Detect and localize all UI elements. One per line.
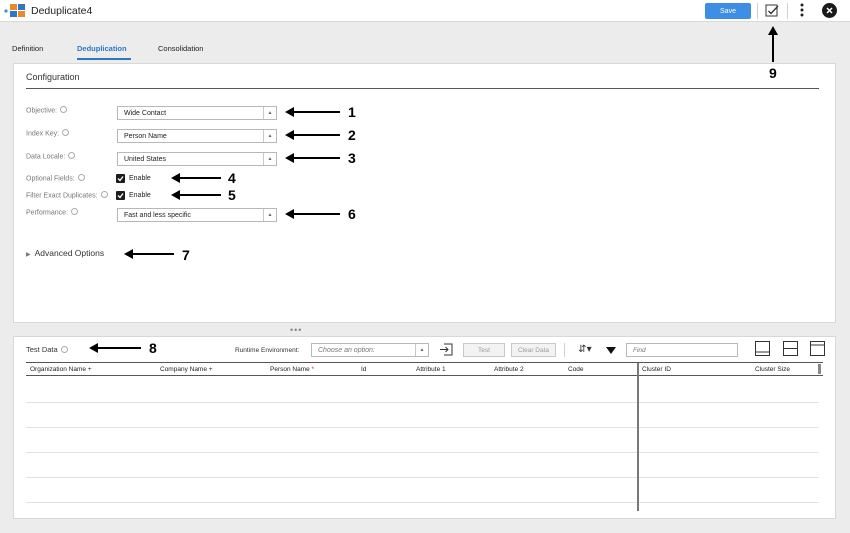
column-header[interactable]: Attribute 2 — [494, 366, 524, 373]
toolbar-divider — [564, 343, 565, 357]
layout-bottom-button[interactable] — [755, 341, 770, 356]
chevron-down-icon: ▲ — [415, 344, 428, 356]
column-header[interactable]: Code — [568, 366, 584, 373]
chevron-down-icon: ▲ — [263, 130, 276, 142]
layout-split-icon — [784, 348, 797, 349]
frozen-column-divider[interactable] — [637, 363, 639, 511]
performance-select[interactable]: Fast and less specific ▲ — [117, 208, 277, 222]
chevron-down-icon: ▲ — [263, 209, 276, 221]
runtime-environment-select[interactable]: Choose an option: ▲ — [311, 343, 429, 357]
table-row[interactable] — [26, 402, 819, 403]
column-header[interactable]: Attribute 1 — [416, 366, 446, 373]
table-row[interactable] — [26, 452, 819, 453]
toolbar-divider — [757, 3, 758, 19]
help-icon[interactable] — [60, 106, 68, 113]
top-bar: Deduplicate4 Save — [0, 0, 850, 22]
layout-split-button[interactable] — [783, 341, 798, 356]
sort-button[interactable]: ⇵▾ — [575, 342, 595, 357]
help-icon[interactable] — [68, 152, 76, 159]
filter-exact-duplicates-checkbox[interactable] — [116, 191, 125, 200]
layout-top-button[interactable] — [810, 341, 825, 356]
clear-data-button[interactable]: Clear Data — [511, 343, 556, 357]
configuration-panel: Configuration Objective: Wide Contact ▲ … — [13, 63, 836, 323]
optional-fields-label: Optional Fields: — [26, 174, 85, 182]
index-key-label: Index Key: — [26, 129, 70, 137]
import-button[interactable] — [439, 342, 454, 357]
checkmark-icon — [117, 193, 124, 199]
table-header: Organization Name + Company Name + Perso… — [26, 362, 823, 376]
column-header[interactable]: Organization Name + — [30, 366, 92, 373]
expand-triangle-icon: ▶ — [26, 252, 31, 258]
optional-fields-enable-label: Enable — [129, 175, 151, 182]
help-icon[interactable] — [71, 208, 79, 215]
test-data-panel: Test Data Runtime Environment: Choose an… — [13, 336, 836, 519]
validate-button[interactable] — [764, 3, 780, 19]
layout-bottom-panel-icon — [756, 351, 769, 353]
chevron-down-icon: ▲ — [263, 153, 276, 165]
kebab-menu-icon — [800, 3, 804, 16]
toolbar-divider — [787, 3, 788, 19]
chevron-down-icon: ▲ — [263, 107, 276, 119]
objective-select[interactable]: Wide Contact ▲ — [117, 106, 277, 120]
tab-consolidation[interactable]: Consolidation — [158, 44, 203, 53]
more-options-button[interactable] — [796, 2, 808, 20]
column-header[interactable]: Company Name + — [160, 366, 213, 373]
filter-triangle-icon — [606, 347, 616, 354]
table-row[interactable] — [26, 477, 819, 478]
table-row[interactable] — [26, 502, 819, 503]
tab-definition[interactable]: Definition — [12, 44, 43, 53]
table-row[interactable] — [26, 427, 819, 428]
close-icon — [826, 7, 833, 14]
save-button[interactable]: Save — [705, 3, 751, 19]
find-input[interactable] — [626, 343, 738, 357]
help-icon[interactable] — [100, 191, 108, 198]
help-icon[interactable] — [77, 174, 85, 181]
advanced-options-toggle[interactable]: ▶ Advanced Options — [26, 248, 104, 258]
test-button[interactable]: Test — [463, 343, 505, 357]
column-header[interactable]: Id — [361, 366, 366, 373]
validate-check-icon — [765, 4, 779, 17]
runtime-environment-label: Runtime Environment: — [235, 347, 300, 354]
sort-icon: ⇵▾ — [578, 344, 592, 355]
tab-bar: Definition Deduplication Consolidation — [0, 38, 850, 62]
divider — [26, 88, 819, 89]
data-locale-label: Data Locale: — [26, 152, 76, 160]
column-header[interactable]: Cluster ID — [642, 366, 671, 373]
test-data-heading: Test Data — [26, 345, 68, 354]
tab-deduplication[interactable]: Deduplication — [77, 44, 127, 53]
filter-exact-duplicates-enable-label: Enable — [129, 192, 151, 199]
help-icon[interactable] — [62, 129, 70, 136]
filter-button[interactable] — [605, 344, 617, 356]
column-header[interactable]: Cluster Size — [755, 366, 790, 373]
performance-label: Performance: — [26, 208, 79, 216]
deduplicate-app-icon — [4, 4, 25, 17]
close-button[interactable] — [822, 3, 837, 18]
filter-exact-duplicates-label: Filter Exact Duplicates: — [26, 191, 108, 199]
panel-resize-handle[interactable]: ••• — [290, 325, 302, 335]
configuration-heading: Configuration — [26, 72, 80, 82]
help-icon[interactable] — [60, 345, 68, 353]
layout-top-panel-icon — [811, 344, 824, 346]
column-header[interactable]: Person Name * — [270, 366, 314, 373]
data-locale-select[interactable]: United States ▲ — [117, 152, 277, 166]
vertical-scrollbar[interactable] — [818, 364, 821, 374]
objective-label: Objective: — [26, 106, 68, 114]
index-key-select[interactable]: Person Name ▲ — [117, 129, 277, 143]
checkmark-icon — [117, 176, 124, 182]
import-icon — [440, 343, 453, 356]
active-tab-indicator — [77, 58, 131, 60]
asset-title: Deduplicate4 — [31, 5, 93, 17]
optional-fields-checkbox[interactable] — [116, 174, 125, 183]
